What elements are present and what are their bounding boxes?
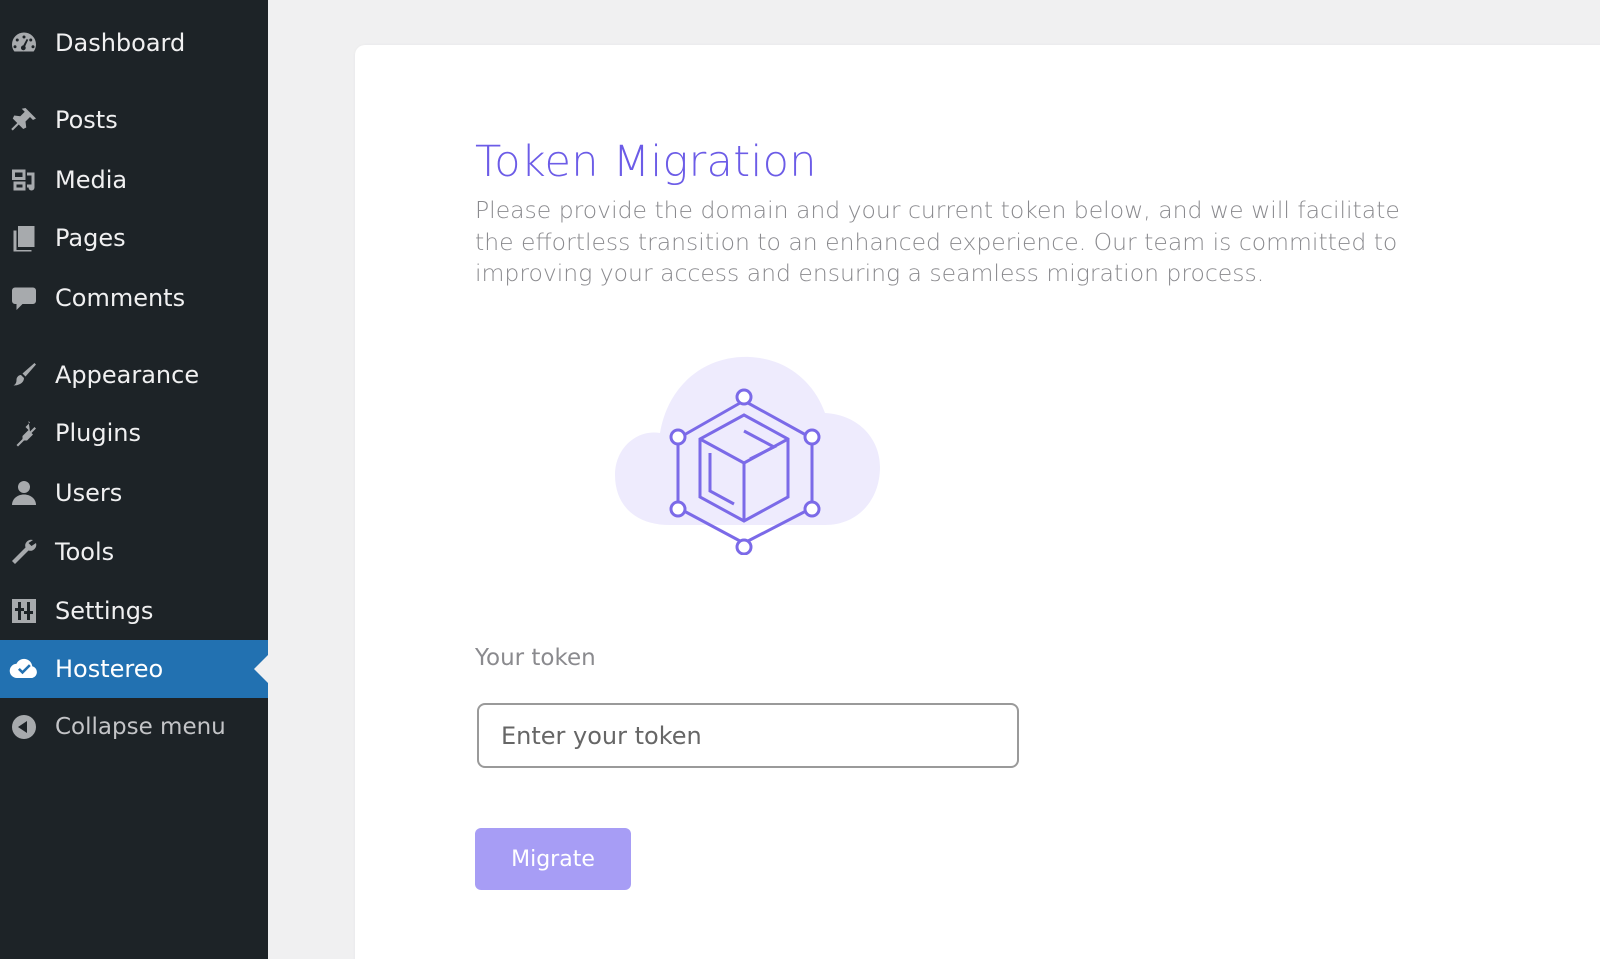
token-label: Your token <box>475 645 596 671</box>
page-title: Token Migration <box>475 137 817 187</box>
sidebar-item-label: Plugins <box>55 419 141 447</box>
token-input[interactable] <box>477 703 1019 768</box>
admin-sidebar: Dashboard Posts Media Pages Comments App… <box>0 0 268 959</box>
comment-icon <box>9 283 39 313</box>
sidebar-item-label: Media <box>55 166 128 194</box>
sidebar-item-appearance[interactable]: Appearance <box>0 346 268 404</box>
dashboard-icon <box>9 28 39 58</box>
page-description: Please provide the domain and your curre… <box>475 196 1400 287</box>
sidebar-item-label: Appearance <box>55 361 200 389</box>
collapse-menu-button[interactable]: Collapse menu <box>0 698 268 756</box>
cloud-cube-network-icon <box>610 355 880 556</box>
token-migration-card: Token Migration Please provide the domai… <box>355 45 1600 959</box>
sidebar-item-pages[interactable]: Pages <box>0 209 268 267</box>
sidebar-item-label: Users <box>55 479 123 507</box>
sidebar-item-tools[interactable]: Tools <box>0 523 268 581</box>
wrench-icon <box>9 537 39 567</box>
collapse-arrow-icon <box>9 712 39 742</box>
cloud-check-icon <box>9 654 39 684</box>
sidebar-item-posts[interactable]: Posts <box>0 91 268 149</box>
plug-icon <box>9 418 39 448</box>
sidebar-item-label: Hostereo <box>55 655 164 683</box>
sidebar-item-users[interactable]: Users <box>0 464 268 522</box>
sidebar-item-comments[interactable]: Comments <box>0 269 268 327</box>
paintbrush-icon <box>9 360 39 390</box>
sidebar-item-label: Pages <box>55 224 126 252</box>
sidebar-item-settings[interactable]: Settings <box>0 582 268 640</box>
user-icon <box>9 478 39 508</box>
media-icon <box>9 165 39 195</box>
sidebar-item-label: Posts <box>55 106 118 134</box>
sidebar-item-dashboard[interactable]: Dashboard <box>0 14 268 72</box>
pushpin-icon <box>9 105 39 135</box>
sliders-icon <box>9 596 39 626</box>
sidebar-item-label: Comments <box>55 284 186 312</box>
sidebar-item-label: Collapse menu <box>55 714 226 740</box>
sidebar-item-label: Dashboard <box>55 29 186 57</box>
sidebar-item-plugins[interactable]: Plugins <box>0 404 268 462</box>
sidebar-item-hostereo[interactable]: Hostereo <box>0 640 268 698</box>
pages-icon <box>9 223 39 253</box>
migrate-button[interactable]: Migrate <box>475 828 631 890</box>
sidebar-item-media[interactable]: Media <box>0 151 268 209</box>
sidebar-item-label: Settings <box>55 597 154 625</box>
sidebar-item-label: Tools <box>55 538 115 566</box>
